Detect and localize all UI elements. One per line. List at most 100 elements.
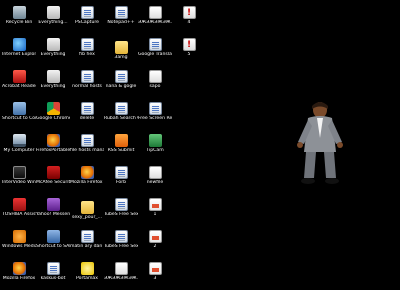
warn-icon [182,6,196,19]
desktop-icon-2[interactable]: 2 [138,230,172,258]
desktop-icon-firefoxportable[interactable]: FirefoxPortable [36,134,70,162]
desktop-icon-pscapture[interactable]: PSCapture [70,6,104,34]
wmp-icon [12,230,26,243]
mcafee-icon [46,166,60,179]
desktop-icon-panelaux[interactable]: ЭЖЭЖЭЖЭЖ... - Panelaux... [138,6,172,34]
doc-icon [80,38,94,51]
desktop-icon-portamax[interactable]: Portamax [70,262,104,290]
yahoo-icon [46,198,60,211]
desktop-icon-label: TipCam [146,148,164,153]
num-icon [148,198,162,211]
desktop-icon-file-hosts-mana[interactable]: file hosts mana [70,134,104,162]
desktop-icon-label: PSCapture [75,20,99,25]
desktop-icon-everything[interactable]: Everything... [36,6,70,34]
desktop-icon-label: Windows Media Player [2,244,36,249]
txt-icon [148,6,162,19]
firefox-icon [46,134,60,147]
desktop-icon-label: Free Screen Recorder [138,116,172,121]
desktop-icon-shortcut-to-control-panel[interactable]: Shortcut to Control Panel [2,102,36,130]
doc-icon [114,166,128,179]
desktop-icon-label: Forb [115,180,127,185]
num-icon [148,262,162,275]
desktop-icon-toshiba-assist[interactable]: TOSHIBA Assist [2,198,36,226]
desktop-icon-label: sapo [149,84,161,89]
desktop-icon-label: sexy_pour_... [71,215,103,220]
desktop-icon-5[interactable]: 5 [172,38,206,66]
desktop-icon-yahoo-messenger[interactable]: Yahoo! Messenger [36,198,70,226]
desktop-icon-everything[interactable]: Everything [36,38,70,66]
desktop-icon-everything[interactable]: Everything [36,70,70,98]
desktop-icon-3amg[interactable]: 3amg [104,38,138,66]
desktop-icon-my-computer[interactable]: My Computer [2,134,36,162]
desktop-icon-tubes-free-sex-videos[interactable]: TubeS Free Sex Videos ... [104,198,138,226]
cpanel-icon [12,102,26,115]
desktop-icon-label: 4 [187,20,191,25]
desktop-icon-rubah-search-google[interactable]: Rubah Search Google [104,102,138,130]
desktop-icon-fib-hex[interactable]: fib hex [70,38,104,66]
folder-icon [80,201,94,214]
computer-icon [12,134,26,147]
desktop-icon-tubes-free-sex-videos[interactable]: TubeS Free Sex Videos - ... [104,230,138,258]
doc-icon [114,230,128,243]
desktop-icon-label: newfile [146,180,164,185]
desktop-icon-nana-gogle[interactable]: nana & gogle [104,70,138,98]
desktop-icon-newfile[interactable]: newfile [138,166,172,194]
desktop-icon-acrobat-reader-5-1[interactable]: Acrobat Reader 5.1 [2,70,36,98]
desktop-icon-label: Everything... [38,20,68,25]
desktop-icon-mozilla-firefox-4-0-beta-1[interactable]: Mozilla Firefox 4.0 Beta 1 [70,166,104,194]
desktop-icon-label: 5 [187,52,191,57]
desktop-icon-notepad[interactable]: Notepad++ [104,6,138,34]
desktop-icon-label: normal hosts [72,84,102,89]
desktop-icon-label: Yahoo! Messenger [36,212,70,217]
desktop-icon-4[interactable]: 4 [172,6,206,34]
ie-icon [12,38,26,51]
desktop-icon-recycle-bin[interactable]: Recycle Bin [2,6,36,34]
desktop-icon-label: Shortcut to Control Panel [2,116,36,121]
desktop-icon-label: matin ary dan ceci [70,244,104,249]
desktop-icon-label: 2 [153,244,157,249]
desktop-icon-label: 1 [153,212,157,217]
desktop-icon-free-screen-recorder[interactable]: Free Screen Recorder [138,102,172,130]
desktop-icon-label: Shortcut to SARU [36,244,70,249]
desktop-icon-tipcam[interactable]: TipCam [138,134,172,162]
desktop-icon-label: fib hex [79,52,95,57]
desktop-icon-label: 3 [153,276,157,281]
doc-icon [80,134,94,147]
desktop-icon-intervideo-windvd[interactable]: InterVideo WinDVD [2,166,36,194]
desktop-icon-internet-explorer[interactable]: Internet Explorer [2,38,36,66]
desktop-icon-kaskus-bot[interactable]: kaskus-bot [36,262,70,290]
desktop-icon-windows-media-player[interactable]: Windows Media Player [2,230,36,258]
desktop-icon-forb[interactable]: Forb [104,166,138,194]
every-icon [46,38,60,51]
desktop-icon-label: ЭЖЭЖЭЖЭЖ... - Panelaux... [138,20,172,25]
desktop-icon-3[interactable]: 3 [138,262,172,290]
desktop[interactable]: Recycle Bin Everything... PSCapture Notepad… [0,0,400,289]
txt-icon [114,262,128,275]
desktop-icon-google-translate[interactable]: Google Translate [138,38,172,66]
desktop-icon-google-chrome[interactable]: Google Chrome [36,102,70,130]
xls-icon [148,134,162,147]
num-icon [148,230,162,243]
desktop-icon-sapo[interactable]: sapo [138,70,172,98]
desktop-icon-label: Acrobat Reader 5.1 [2,84,36,89]
doc-icon [80,102,94,115]
desktop-icon-delete[interactable]: delete [70,102,104,130]
desktop-icon-label: Google Translate [138,52,172,57]
desktop-character-figure [297,102,343,184]
desktop-icon-panelaux[interactable]: ЭЖЭЖЭЖЭЖ... - Panelaux... [104,262,138,290]
desktop-icon-normal-hosts[interactable]: normal hosts [70,70,104,98]
desktop-icon-rss-submit[interactable]: RSS Submit [104,134,138,162]
acrobat-icon [12,70,26,83]
desktop-icon-mozilla-firefox[interactable]: Mozilla Firefox [2,262,36,290]
doc-icon [148,102,162,115]
desktop-icon-matin-ary-dan-ceci[interactable]: matin ary dan ceci [70,230,104,258]
desktop-icon-1[interactable]: 1 [138,198,172,226]
desktop-icon-label: nana & gogle [105,84,137,89]
desktop-icon-sexy-pour[interactable]: sexy_pour_... [70,198,104,226]
desktop-icon-label: TOSHIBA Assist [2,212,36,217]
doc-icon [114,198,128,211]
desktop-icon-label: TubeS Free Sex Videos ... [104,212,138,217]
desktop-icon-shortcut-to-saru[interactable]: Shortcut to SARU [36,230,70,258]
desktop-icon-mcafee-security-sc[interactable]: McAfee Security Sc... [36,166,70,194]
folder-icon [114,41,128,54]
